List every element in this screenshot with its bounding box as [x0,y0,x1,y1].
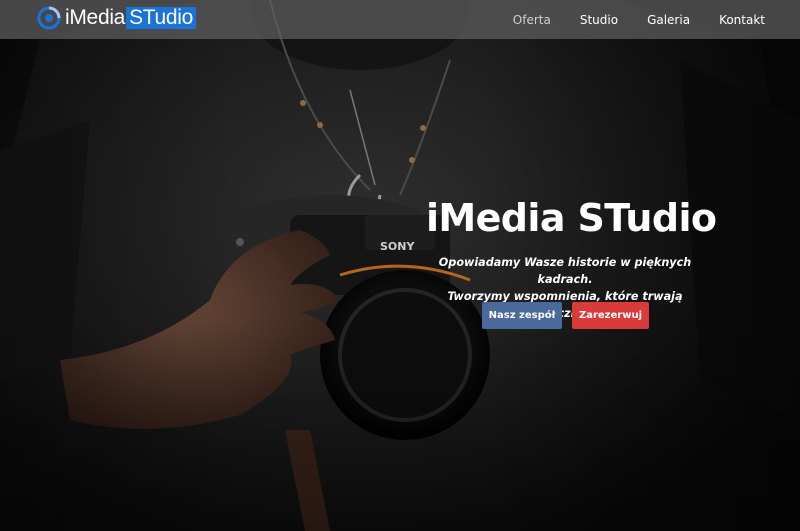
svg-text:SONY: SONY [380,240,415,253]
brand-logo-link[interactable]: iMedia STudio [37,6,197,30]
hero-subtitle-line1: Opowiadamy Wasze historie w pięknych kad… [438,256,692,286]
hero-subtitle: Opowiadamy Wasze historie w pięknych kad… [420,254,710,322]
brand-name-part2: STudio [126,7,197,29]
nav-item-galeria[interactable]: Galeria [647,13,690,27]
hero-title: iMedia STudio [426,196,717,240]
nav-item-oferta[interactable]: Oferta [513,13,551,27]
main-nav: Oferta Studio Galeria Kontakt [484,0,765,39]
nav-item-studio[interactable]: Studio [580,13,618,27]
book-button[interactable]: Zarezerwuj [572,302,649,329]
navbar: iMedia STudio Oferta Studio Galeria Kont… [0,0,800,39]
nav-item-kontakt[interactable]: Kontakt [719,13,765,27]
team-button[interactable]: Nasz zespół [482,302,562,329]
brand-name-part1: iMedia [65,6,126,29]
circle-swirl-icon [37,6,61,30]
